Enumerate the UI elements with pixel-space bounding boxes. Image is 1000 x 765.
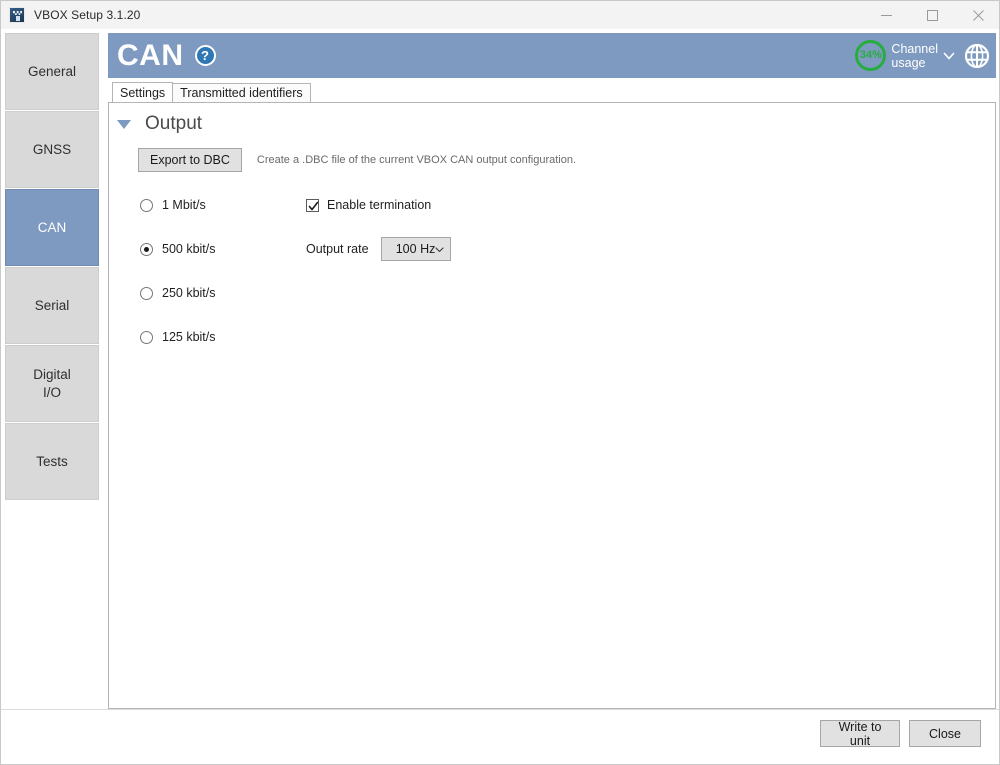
- output-rate-label: Output rate: [306, 242, 369, 256]
- channel-usage-gauge: 34%: [855, 40, 887, 71]
- output-rate-value: 100 Hz: [395, 242, 436, 256]
- footer-buttons: Write to unit Close: [820, 720, 981, 748]
- radio-250-kbit[interactable]: 250 kbit/s: [140, 282, 216, 304]
- output-rate-dropdown[interactable]: 100 Hz: [380, 237, 451, 261]
- close-button[interactable]: Close: [909, 720, 981, 747]
- main-panel: CAN ? 34% Channel usage Settings Transmi…: [108, 33, 996, 709]
- radio-mark-icon: [140, 242, 153, 256]
- output-rate-row: Output rate 100 Hz: [306, 237, 451, 261]
- close-icon: [972, 9, 984, 21]
- title-bar: VBOX Setup 3.1.20: [1, 1, 999, 29]
- enable-termination-label: Enable termination: [327, 198, 432, 212]
- window-title: VBOX Setup 3.1.20: [34, 8, 141, 22]
- radio-label: 500 kbit/s: [162, 242, 216, 256]
- sidebar-item-digital-io[interactable]: Digital I/O: [5, 345, 99, 422]
- radio-mark-icon: [140, 286, 153, 300]
- tab-settings[interactable]: Settings: [112, 82, 174, 102]
- export-description: Create a .DBC file of the current VBOX C…: [256, 154, 577, 166]
- write-to-unit-button[interactable]: Write to unit: [820, 720, 900, 748]
- sidebar-item-general[interactable]: General: [5, 33, 99, 110]
- minimize-icon: [880, 14, 892, 16]
- page-header: CAN ? 34% Channel usage: [108, 33, 996, 78]
- output-section-title: Output: [145, 113, 203, 134]
- minimize-button[interactable]: [863, 1, 909, 29]
- page-title: CAN: [117, 38, 184, 72]
- sidebar-item-serial[interactable]: Serial: [5, 267, 99, 344]
- radio-label: 250 kbit/s: [162, 286, 216, 300]
- output-section-header[interactable]: Output: [113, 113, 995, 135]
- settings-content-panel: Output Export to DBC Create a .DBC file …: [108, 102, 996, 709]
- sidebar-item-can[interactable]: CAN: [5, 189, 99, 266]
- vbox-app-icon: [9, 7, 25, 23]
- radio-1-mbit[interactable]: 1 Mbit/s: [140, 194, 216, 216]
- sidebar-nav: General GNSS CAN Serial Digital I/O Test…: [5, 33, 99, 501]
- help-question-icon[interactable]: ?: [194, 45, 216, 66]
- maximize-icon: [926, 9, 938, 21]
- radio-label: 1 Mbit/s: [162, 198, 206, 212]
- globe-icon[interactable]: [964, 43, 990, 69]
- right-options-column: Enable termination Output rate 100 Hz: [306, 194, 451, 261]
- enable-termination-checkbox[interactable]: Enable termination: [306, 194, 451, 216]
- header-right-group: 34% Channel usage: [855, 33, 990, 78]
- collapse-triangle-icon[interactable]: [117, 119, 131, 129]
- radio-500-kbit[interactable]: 500 kbit/s: [140, 238, 216, 260]
- chevron-down-icon[interactable]: [943, 50, 955, 62]
- app-window: VBOX Setup 3.1.20 General GNSS CAN Seria…: [0, 0, 1000, 765]
- baud-rate-radio-group: 1 Mbit/s 500 kbit/s 250 kbit/s 125 kbit/…: [140, 194, 216, 370]
- export-to-dbc-button[interactable]: Export to DBC: [138, 148, 242, 172]
- checkbox-checked-icon: [306, 198, 319, 212]
- sidebar-item-tests[interactable]: Tests: [5, 423, 99, 500]
- radio-mark-icon: [140, 330, 153, 344]
- radio-125-kbit[interactable]: 125 kbit/s: [140, 326, 216, 348]
- tab-strip: Settings Transmitted identifiers: [108, 82, 996, 102]
- channel-usage-label: Channel usage: [891, 41, 938, 70]
- chevron-down-icon: [434, 247, 444, 253]
- radio-mark-icon: [140, 198, 153, 212]
- close-window-button[interactable]: [955, 1, 999, 29]
- radio-label: 125 kbit/s: [162, 330, 216, 344]
- export-row: Export to DBC Create a .DBC file of the …: [138, 148, 995, 172]
- tab-transmitted-identifiers[interactable]: Transmitted identifiers: [172, 83, 311, 102]
- sidebar-item-gnss[interactable]: GNSS: [5, 111, 99, 188]
- maximize-button[interactable]: [909, 1, 955, 29]
- footer-bar: Write to unit Close: [1, 709, 999, 764]
